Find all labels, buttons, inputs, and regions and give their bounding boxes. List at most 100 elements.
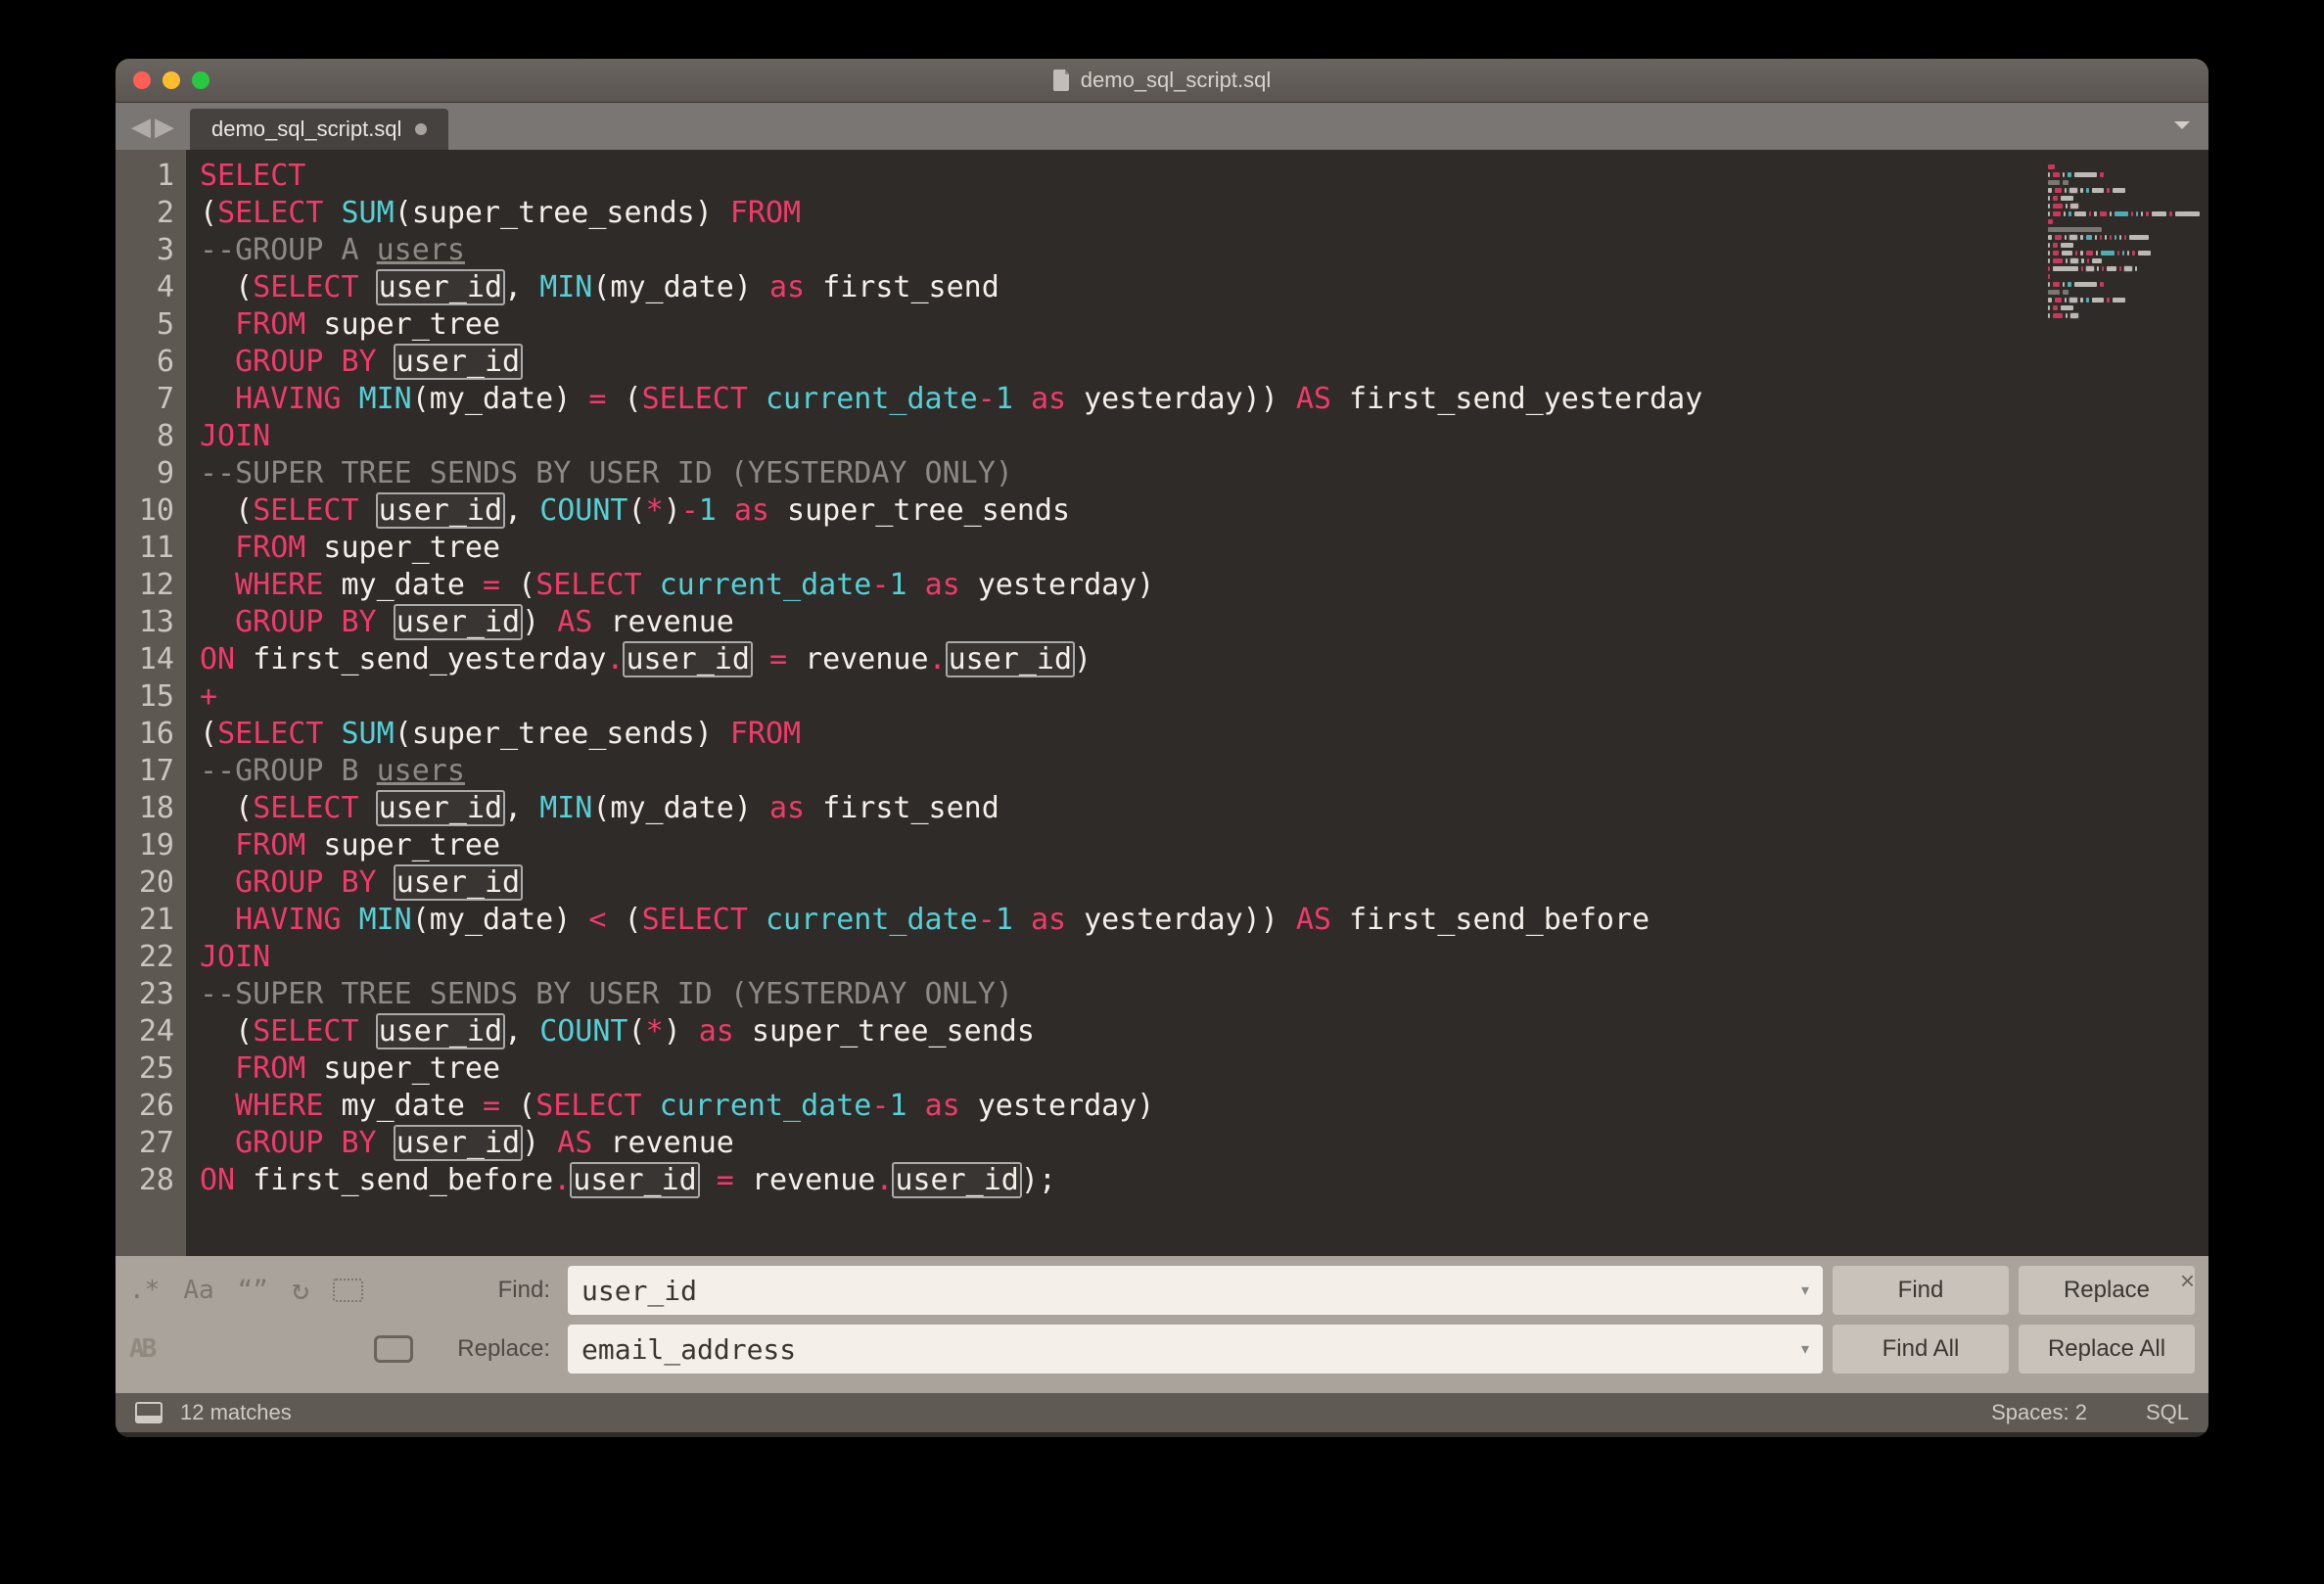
line-number[interactable]: 22 — [116, 939, 186, 976]
tab-overflow-button[interactable] — [2156, 103, 2208, 150]
wrap-toggle[interactable]: ↻ — [292, 1276, 309, 1305]
line-number[interactable]: 25 — [116, 1050, 186, 1088]
code-line[interactable]: HAVING MIN(my_date) = (SELECT current_da… — [200, 381, 2199, 418]
code-line[interactable]: JOIN — [200, 418, 2199, 455]
line-number[interactable]: 21 — [116, 902, 186, 939]
find-options: .* Aa “” ↻ — [129, 1276, 413, 1305]
window-title-text: demo_sql_script.sql — [1081, 68, 1271, 93]
code-line[interactable]: (SELECT user_id, COUNT(*)-1 as super_tre… — [200, 492, 2199, 530]
line-number[interactable]: 9 — [116, 455, 186, 492]
code-line[interactable]: FROM super_tree — [200, 306, 2199, 344]
code-line[interactable]: GROUP BY user_id — [200, 864, 2199, 902]
case-sensitive-toggle[interactable]: Aa — [183, 1278, 213, 1303]
close-find-button[interactable]: × — [2180, 1266, 2195, 1296]
line-number[interactable]: 24 — [116, 1013, 186, 1050]
code-line[interactable]: FROM super_tree — [200, 1050, 2199, 1088]
code-line[interactable]: JOIN — [200, 939, 2199, 976]
modified-indicator-icon — [415, 123, 427, 135]
nav-forward-icon[interactable]: ▶ — [155, 112, 174, 142]
replace-options: AB — [129, 1335, 413, 1363]
line-number[interactable]: 20 — [116, 864, 186, 902]
tab-history-nav: ◀ ▶ — [116, 103, 190, 150]
match-count: 12 matches — [180, 1400, 292, 1425]
line-number[interactable]: 15 — [116, 678, 186, 716]
line-number[interactable]: 8 — [116, 418, 186, 455]
line-number[interactable]: 14 — [116, 641, 186, 678]
line-number[interactable]: 1 — [116, 158, 186, 195]
line-number[interactable]: 28 — [116, 1162, 186, 1199]
code-line[interactable]: ON first_send_yesterday.user_id = revenu… — [200, 641, 2199, 678]
titlebar[interactable]: demo_sql_script.sql — [116, 59, 2208, 103]
panel-switcher-icon[interactable] — [135, 1402, 163, 1423]
line-number[interactable]: 5 — [116, 306, 186, 344]
line-number[interactable]: 7 — [116, 381, 186, 418]
find-button[interactable]: Find — [1833, 1266, 2009, 1315]
code-line[interactable]: GROUP BY user_id) AS revenue — [200, 604, 2199, 641]
line-number[interactable]: 26 — [116, 1088, 186, 1125]
line-number[interactable]: 2 — [116, 195, 186, 232]
code-line[interactable]: --GROUP B users — [200, 753, 2199, 790]
code-line[interactable]: SELECT — [200, 158, 2199, 195]
whole-word-toggle[interactable]: “” — [238, 1278, 268, 1303]
highlight-matches-toggle[interactable] — [374, 1335, 413, 1363]
line-number[interactable]: 11 — [116, 530, 186, 567]
find-replace-panel: × .* Aa “” ↻ Find: ▾ Find Replace AB — [116, 1256, 2208, 1393]
tab-label: demo_sql_script.sql — [211, 116, 401, 142]
code-line[interactable]: (SELECT user_id, COUNT(*) as super_tree_… — [200, 1013, 2199, 1050]
code-line[interactable]: FROM super_tree — [200, 827, 2199, 864]
code-line[interactable]: WHERE my_date = (SELECT current_date-1 a… — [200, 1088, 2199, 1125]
line-number[interactable]: 12 — [116, 567, 186, 604]
code-line[interactable]: WHERE my_date = (SELECT current_date-1 a… — [200, 567, 2199, 604]
code-editor[interactable]: SELECT(SELECT SUM(super_tree_sends) FROM… — [186, 150, 2208, 1256]
code-line[interactable]: (SELECT user_id, MIN(my_date) as first_s… — [200, 269, 2199, 306]
file-icon — [1053, 70, 1071, 91]
line-number[interactable]: 16 — [116, 716, 186, 753]
editor-area: 1234567891011121314151617181920212223242… — [116, 150, 2208, 1256]
line-number[interactable]: 23 — [116, 976, 186, 1013]
code-line[interactable]: + — [200, 678, 2199, 716]
line-number-gutter[interactable]: 1234567891011121314151617181920212223242… — [116, 150, 186, 1256]
nav-back-icon[interactable]: ◀ — [131, 112, 151, 142]
find-all-button[interactable]: Find All — [1833, 1325, 2009, 1374]
window-title: demo_sql_script.sql — [116, 68, 2208, 93]
line-number[interactable]: 4 — [116, 269, 186, 306]
code-line[interactable]: (SELECT SUM(super_tree_sends) FROM — [200, 716, 2199, 753]
syntax-status[interactable]: SQL — [2146, 1400, 2189, 1425]
code-line[interactable]: (SELECT user_id, MIN(my_date) as first_s… — [200, 790, 2199, 827]
indentation-status[interactable]: Spaces: 2 — [1991, 1400, 2087, 1425]
replace-button[interactable]: Replace — [2019, 1266, 2195, 1315]
line-number[interactable]: 27 — [116, 1125, 186, 1162]
line-number[interactable]: 19 — [116, 827, 186, 864]
find-input[interactable] — [568, 1266, 1823, 1315]
tab-bar: ◀ ▶ demo_sql_script.sql — [116, 103, 2208, 150]
regex-toggle[interactable]: .* — [129, 1278, 160, 1303]
chevron-down-icon — [2173, 120, 2191, 132]
line-number[interactable]: 10 — [116, 492, 186, 530]
line-number[interactable]: 3 — [116, 232, 186, 269]
replace-all-button[interactable]: Replace All — [2019, 1325, 2195, 1374]
code-line[interactable]: ON first_send_before.user_id = revenue.u… — [200, 1162, 2199, 1199]
tab-active[interactable]: demo_sql_script.sql — [190, 109, 448, 150]
minimap[interactable] — [2044, 158, 2208, 332]
find-history-dropdown[interactable]: ▾ — [1801, 1281, 1809, 1300]
code-line[interactable]: GROUP BY user_id) AS revenue — [200, 1125, 2199, 1162]
replace-history-dropdown[interactable]: ▾ — [1801, 1339, 1809, 1359]
code-line[interactable]: --GROUP A users — [200, 232, 2199, 269]
code-line[interactable]: --SUPER TREE SENDS BY USER ID (YESTERDAY… — [200, 976, 2199, 1013]
in-selection-toggle[interactable] — [333, 1279, 363, 1302]
editor-window: demo_sql_script.sql ◀ ▶ demo_sql_script.… — [116, 59, 2208, 1437]
find-label: Find: — [423, 1277, 558, 1304]
code-line[interactable]: GROUP BY user_id — [200, 344, 2199, 381]
line-number[interactable]: 6 — [116, 344, 186, 381]
code-line[interactable]: (SELECT SUM(super_tree_sends) FROM — [200, 195, 2199, 232]
status-bar: 12 matches Spaces: 2 SQL — [116, 1393, 2208, 1432]
replace-input[interactable] — [568, 1325, 1823, 1374]
line-number[interactable]: 17 — [116, 753, 186, 790]
code-line[interactable]: --SUPER TREE SENDS BY USER ID (YESTERDAY… — [200, 455, 2199, 492]
line-number[interactable]: 13 — [116, 604, 186, 641]
code-line[interactable]: HAVING MIN(my_date) < (SELECT current_da… — [200, 902, 2199, 939]
code-line[interactable]: FROM super_tree — [200, 530, 2199, 567]
line-number[interactable]: 18 — [116, 790, 186, 827]
replace-label: Replace: — [423, 1335, 558, 1363]
preserve-case-toggle[interactable]: AB — [129, 1336, 154, 1362]
